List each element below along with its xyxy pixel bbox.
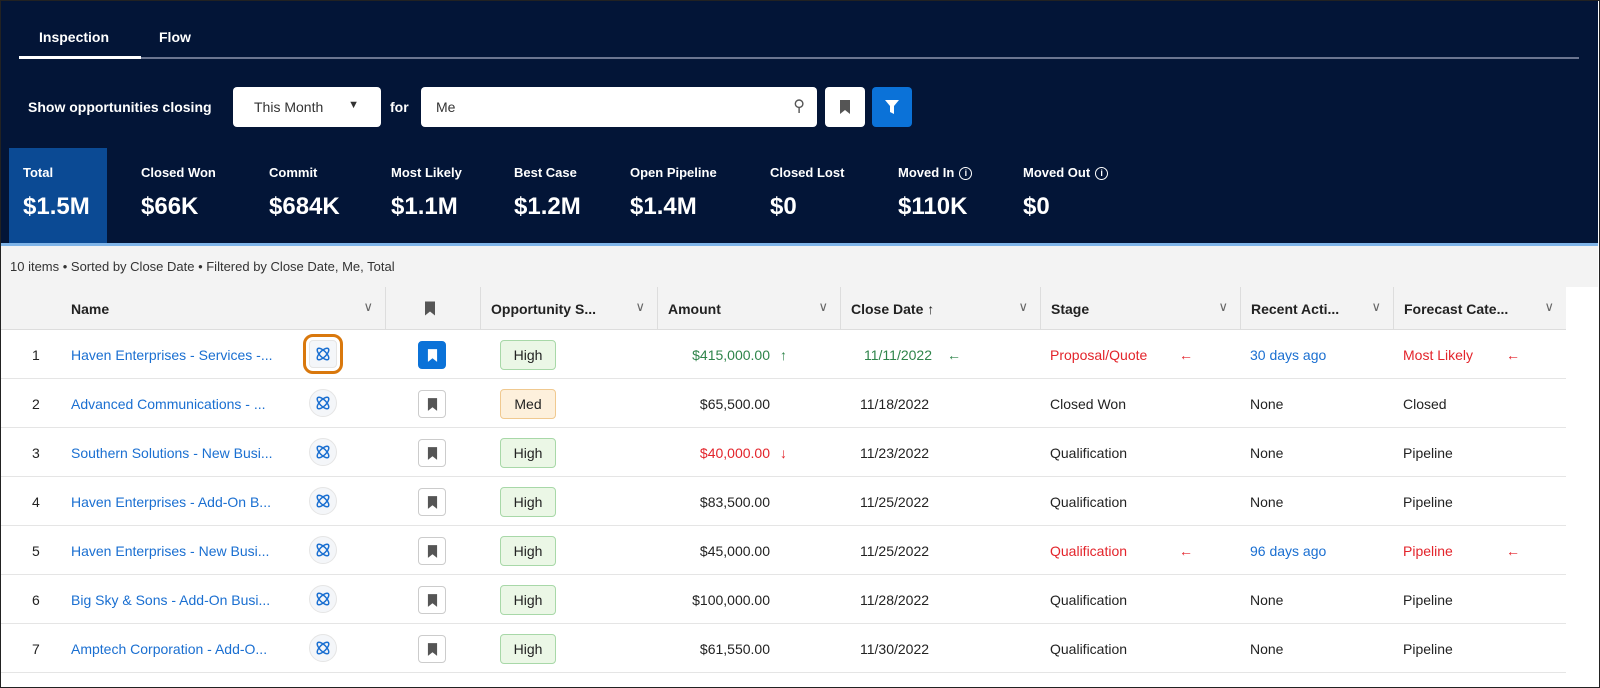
frame-border [0,0,1600,688]
